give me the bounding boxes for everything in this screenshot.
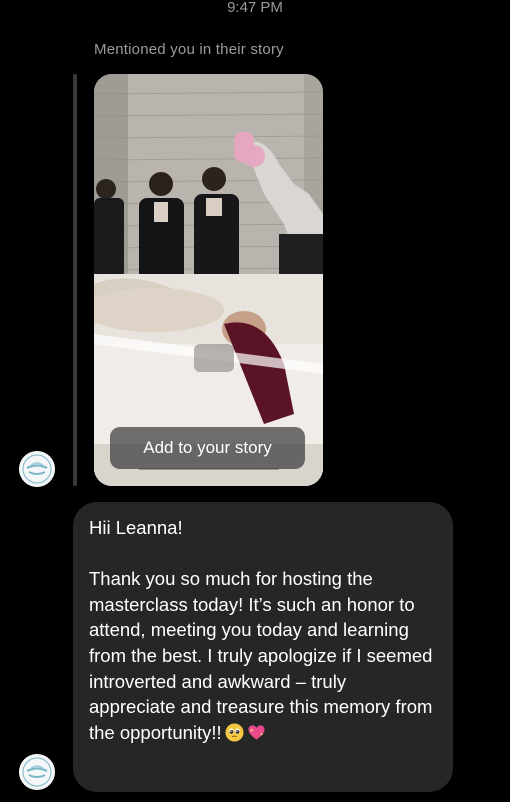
avatar[interactable] [19,754,55,790]
story-mention-label: Mentioned you in their story [94,41,284,58]
reply-indicator-bar [73,74,77,486]
message-text: Thank you so much for hosting the master… [89,566,437,745]
avatar[interactable] [19,451,55,487]
timestamp: 9:47 PM [227,0,283,16]
message-greeting: Hii Leanna! [89,517,183,538]
message-body: Thank you so much for hosting the master… [89,568,433,743]
sparkling-heart-icon [248,725,265,740]
pleading-face-icon [225,723,244,742]
add-to-story-button[interactable]: Add to your story [110,427,305,469]
story-image [94,74,323,486]
message-bubble[interactable]: Hii Leanna! Thank you so much for hostin… [73,502,453,792]
story-preview[interactable]: Add to your story [94,74,323,486]
